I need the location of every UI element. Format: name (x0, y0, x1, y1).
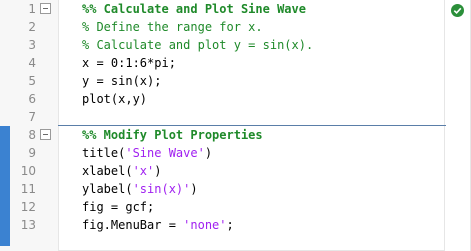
string-literal: 'Sine Wave' (125, 146, 205, 160)
code-line[interactable]: 5 y = sin(x); (0, 72, 446, 90)
code-token: ) (154, 164, 162, 178)
code-token: ) (190, 182, 198, 196)
line-number: 6 (28, 92, 36, 106)
line-number: 10 (20, 164, 36, 178)
code-line[interactable]: 8 %% Modify Plot Properties (0, 126, 446, 144)
code-line[interactable]: 1 %% Calculate and Plot Sine Wave (0, 0, 446, 18)
line-number: 13 (20, 218, 36, 232)
code-line[interactable]: 7 (0, 108, 446, 126)
line-number: 12 (20, 200, 36, 214)
code-line[interactable]: 13 fig.MenuBar = 'none'; (0, 216, 446, 234)
line-number: 8 (28, 128, 36, 142)
code-token: ; (226, 218, 234, 232)
string-literal: 'sin(x)' (132, 182, 191, 196)
section-title: %% Calculate and Plot Sine Wave (82, 2, 306, 16)
code-token: ) (204, 146, 213, 160)
code-text: fig.MenuBar = 'none'; (82, 216, 234, 234)
line-number: 7 (28, 110, 36, 124)
fold-toggle-icon[interactable] (40, 3, 51, 14)
code-line[interactable]: 10 xlabel('x') (0, 162, 446, 180)
code-token: ylabel( (82, 182, 133, 196)
code-text: plot(x,y) (82, 92, 148, 106)
section-title: %% Modify Plot Properties (82, 128, 263, 142)
code-text: title('Sine Wave') (82, 144, 212, 162)
line-number: 3 (28, 38, 36, 52)
comment-text: % Define the range for x. (82, 20, 263, 34)
code-line[interactable]: 4 x = 0:1:6*pi; (0, 54, 446, 72)
code-text: fig = gcf; (82, 200, 155, 214)
string-literal: 'x' (132, 164, 155, 178)
code-line[interactable]: 11 ylabel('sin(x)') (0, 180, 446, 198)
code-line[interactable]: 12 fig = gcf; (0, 198, 446, 216)
line-number: 11 (20, 182, 36, 196)
code-text: ylabel('sin(x)') (82, 180, 198, 198)
code-line[interactable]: 9 title('Sine Wave') (0, 144, 446, 162)
code-text: x = 0:1:6*pi; (82, 56, 176, 70)
analyzer-bar (444, 0, 470, 251)
line-number: 2 (28, 20, 36, 34)
code-token: fig.MenuBar = (82, 218, 184, 232)
fold-toggle-icon[interactable] (40, 129, 51, 140)
check-circle-icon[interactable] (451, 4, 464, 17)
code-token: title( (82, 146, 126, 160)
line-number: 9 (28, 146, 36, 160)
comment-text: % Calculate and plot y = sin(x). (82, 38, 314, 52)
code-token: xlabel( (82, 164, 133, 178)
code-line[interactable]: 6 plot(x,y) (0, 90, 446, 108)
code-line[interactable]: 3 % Calculate and plot y = sin(x). (0, 36, 446, 54)
line-number: 1 (28, 2, 36, 16)
line-number: 5 (28, 74, 36, 88)
code-editor[interactable]: 1 %% Calculate and Plot Sine Wave 2 % De… (0, 0, 471, 251)
code-line[interactable]: 2 % Define the range for x. (0, 18, 446, 36)
string-literal: 'none' (183, 218, 227, 232)
line-number: 4 (28, 56, 36, 70)
code-text: y = sin(x); (82, 74, 162, 88)
code-text: xlabel('x') (82, 162, 162, 180)
